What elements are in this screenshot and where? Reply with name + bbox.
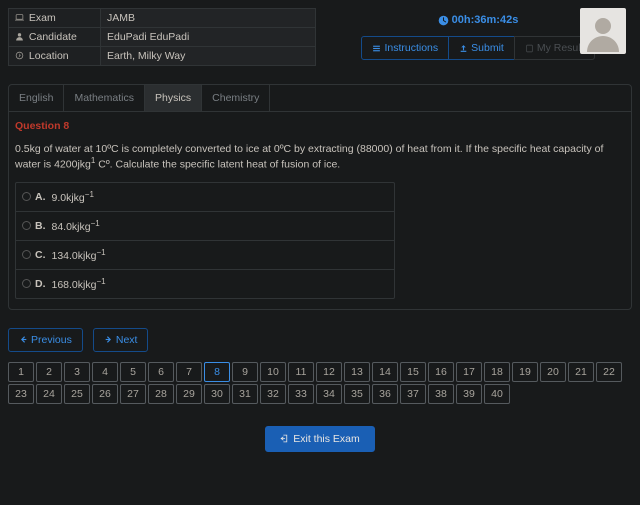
subject-tab-bar: EnglishMathematicsPhysicsChemistry: [9, 85, 631, 112]
exam-label: Exam: [29, 12, 56, 24]
option-value: 134.0kjkg−1: [52, 248, 106, 262]
question-num-17[interactable]: 17: [456, 362, 482, 382]
question-num-20[interactable]: 20: [540, 362, 566, 382]
list-icon: [372, 44, 381, 53]
question-num-38[interactable]: 38: [428, 384, 454, 404]
question-num-33[interactable]: 33: [288, 384, 314, 404]
instructions-button[interactable]: Instructions: [361, 36, 449, 60]
question-text: 0.5kg of water at 10ºC is completely con…: [15, 142, 625, 172]
question-num-2[interactable]: 2: [36, 362, 62, 382]
clock-icon: [438, 15, 449, 26]
timer-text: 00h:36m:42s: [452, 14, 519, 26]
submit-button[interactable]: Submit: [448, 36, 515, 60]
question-num-37[interactable]: 37: [400, 384, 426, 404]
question-num-22[interactable]: 22: [596, 362, 622, 382]
question-num-3[interactable]: 3: [64, 362, 90, 382]
question-num-24[interactable]: 24: [36, 384, 62, 404]
tab-english[interactable]: English: [9, 85, 64, 111]
option-letter: B.: [35, 220, 46, 232]
question-num-25[interactable]: 25: [64, 384, 90, 404]
subject-tabs-container: EnglishMathematicsPhysicsChemistry Quest…: [8, 84, 632, 310]
question-num-5[interactable]: 5: [120, 362, 146, 382]
previous-button[interactable]: Previous: [8, 328, 83, 352]
question-num-19[interactable]: 19: [512, 362, 538, 382]
question-num-6[interactable]: 6: [148, 362, 174, 382]
question-number-grid: 1234567891011121314151617181920212223242…: [8, 362, 632, 404]
question-num-21[interactable]: 21: [568, 362, 594, 382]
question-num-39[interactable]: 39: [456, 384, 482, 404]
compass-icon: [15, 51, 24, 60]
candidate-value: EduPadi EduPadi: [107, 31, 189, 43]
exit-icon: [280, 434, 289, 443]
upload-icon: [459, 44, 468, 53]
question-num-16[interactable]: 16: [428, 362, 454, 382]
option-d[interactable]: D. 168.0kjkg−1: [16, 270, 394, 298]
question-num-1[interactable]: 1: [8, 362, 34, 382]
result-icon: [525, 44, 534, 53]
location-label: Location: [29, 50, 69, 62]
header-actions: Instructions Submit My Result: [361, 36, 594, 60]
laptop-icon: [15, 13, 24, 22]
avatar: [580, 8, 626, 54]
question-label: Question 8: [15, 120, 625, 132]
question-num-27[interactable]: 27: [120, 384, 146, 404]
option-a[interactable]: A. 9.0kjkg−1: [16, 183, 394, 212]
exit-exam-button[interactable]: Exit this Exam: [265, 426, 375, 452]
exam-value: JAMB: [107, 12, 135, 24]
radio-icon: [22, 250, 31, 259]
option-letter: D.: [35, 278, 46, 290]
question-num-18[interactable]: 18: [484, 362, 510, 382]
tab-mathematics[interactable]: Mathematics: [64, 85, 145, 111]
question-num-40[interactable]: 40: [484, 384, 510, 404]
arrow-right-icon: [104, 335, 113, 344]
avatar-placeholder-icon: [583, 12, 623, 52]
option-value: 168.0kjkg−1: [52, 277, 106, 291]
question-num-35[interactable]: 35: [344, 384, 370, 404]
radio-icon: [22, 279, 31, 288]
question-num-7[interactable]: 7: [176, 362, 202, 382]
question-num-15[interactable]: 15: [400, 362, 426, 382]
option-value: 9.0kjkg−1: [52, 190, 94, 204]
exam-info-table: Exam JAMB Candidate EduPadi EduPadi Loca…: [8, 8, 316, 66]
question-num-29[interactable]: 29: [176, 384, 202, 404]
option-letter: C.: [35, 249, 46, 261]
question-num-9[interactable]: 9: [232, 362, 258, 382]
radio-icon: [22, 221, 31, 230]
question-num-14[interactable]: 14: [372, 362, 398, 382]
question-num-26[interactable]: 26: [92, 384, 118, 404]
candidate-label: Candidate: [29, 31, 77, 43]
option-value: 84.0kjkg−1: [52, 219, 100, 233]
question-num-11[interactable]: 11: [288, 362, 314, 382]
question-num-28[interactable]: 28: [148, 384, 174, 404]
question-num-32[interactable]: 32: [260, 384, 286, 404]
question-num-31[interactable]: 31: [232, 384, 258, 404]
question-num-13[interactable]: 13: [344, 362, 370, 382]
option-letter: A.: [35, 191, 46, 203]
timer: 00h:36m:42s: [438, 14, 519, 26]
arrow-left-icon: [19, 335, 28, 344]
option-b[interactable]: B. 84.0kjkg−1: [16, 212, 394, 241]
person-icon: [15, 32, 24, 41]
question-num-34[interactable]: 34: [316, 384, 342, 404]
tab-physics[interactable]: Physics: [145, 85, 202, 111]
question-num-4[interactable]: 4: [92, 362, 118, 382]
question-num-8[interactable]: 8: [204, 362, 230, 382]
question-num-10[interactable]: 10: [260, 362, 286, 382]
next-button[interactable]: Next: [93, 328, 149, 352]
option-list: A. 9.0kjkg−1 B. 84.0kjkg−1 C. 134.0kjkg−1 D. 16…: [15, 182, 395, 299]
question-num-30[interactable]: 30: [204, 384, 230, 404]
question-num-12[interactable]: 12: [316, 362, 342, 382]
option-c[interactable]: C. 134.0kjkg−1: [16, 241, 394, 270]
location-value: Earth, Milky Way: [107, 50, 185, 62]
tab-chemistry[interactable]: Chemistry: [202, 85, 270, 111]
question-num-36[interactable]: 36: [372, 384, 398, 404]
radio-icon: [22, 192, 31, 201]
question-num-23[interactable]: 23: [8, 384, 34, 404]
